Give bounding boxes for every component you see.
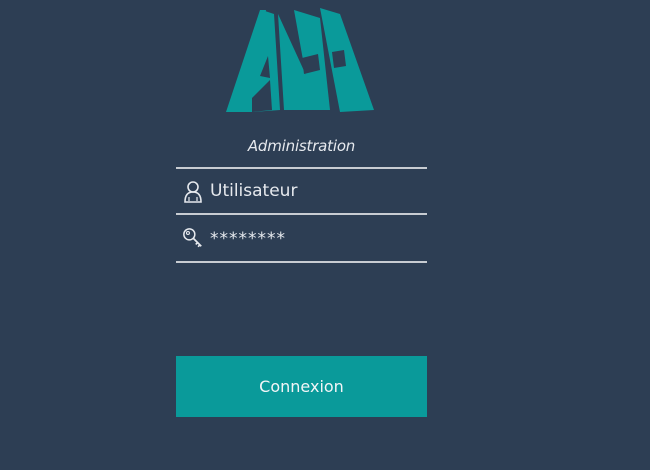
user-icon — [184, 181, 202, 203]
key-icon — [183, 228, 202, 248]
logo-icon — [226, 8, 374, 112]
username-field[interactable] — [176, 167, 427, 211]
admin-subtitle: Administration — [247, 137, 356, 155]
password-field[interactable] — [176, 213, 427, 263]
login-page: Administration Connexion — [0, 0, 650, 470]
login-button[interactable]: Connexion — [176, 356, 427, 417]
password-input[interactable] — [210, 223, 420, 255]
username-input[interactable] — [210, 175, 420, 207]
